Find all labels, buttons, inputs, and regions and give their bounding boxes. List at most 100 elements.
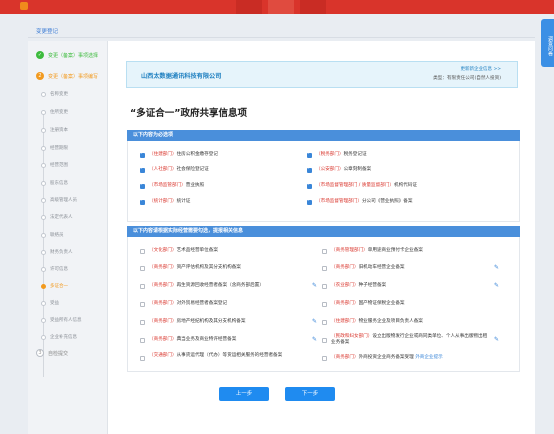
substep-address-change[interactable]: 住所变更 bbox=[50, 109, 68, 115]
optional-item: （商务部门）旧机动车经营企业备案 bbox=[331, 265, 405, 270]
substep-dot bbox=[41, 301, 46, 306]
substep-dot bbox=[41, 198, 46, 203]
optional-item: （农业部门）种子经营备案 bbox=[331, 283, 387, 288]
section-title: “多证合一”政府共享信息项 bbox=[130, 108, 247, 119]
checkbox-optional[interactable] bbox=[140, 249, 145, 254]
substep-liaison[interactable]: 联络员 bbox=[50, 232, 64, 238]
checkbox-optional[interactable] bbox=[322, 249, 327, 254]
substep-beneficiary-info[interactable]: 受益所有人信息 bbox=[50, 317, 82, 323]
optional-band: 以下内容请根据实际经营需要勾选，提报相关信息 bbox=[127, 226, 520, 237]
checkbox-optional[interactable] bbox=[322, 356, 327, 361]
substep-dot bbox=[41, 250, 46, 255]
optional-item: （商务管理部门）单用途商业预付卡企业备案 bbox=[331, 248, 423, 253]
step-3[interactable]: 3 自检提交 bbox=[36, 348, 68, 358]
company-card: 山西太数据通讯科技有限公司 更新新企业信息 >> 类型：有限责任公司(自然人投资… bbox=[126, 61, 518, 88]
substep-dot bbox=[41, 233, 46, 238]
step-label: 变更（备案）事项编写 bbox=[48, 73, 99, 80]
optional-item: （交通部门）从事货运代理（代办）等货运相关服务的经营者备案 bbox=[149, 353, 283, 358]
optional-item: （商务部门）国产物证保税企业备案 bbox=[331, 301, 405, 306]
substep-dot bbox=[41, 215, 46, 220]
breadcrumb: 变更登记 bbox=[36, 29, 59, 35]
required-item: （人社部门）社会保险登记证 bbox=[149, 167, 209, 172]
checkbox-required[interactable] bbox=[140, 166, 145, 173]
checkbox-optional[interactable] bbox=[140, 320, 145, 325]
substep-managers[interactable]: 高级管理人员 bbox=[50, 197, 77, 203]
substep-scope[interactable]: 经营范围 bbox=[50, 162, 68, 168]
checkbox-optional[interactable] bbox=[140, 338, 145, 343]
edit-icon[interactable]: ✎ bbox=[312, 336, 317, 343]
substep-legal-rep[interactable]: 法定代表人 bbox=[50, 214, 73, 220]
nav-tab[interactable] bbox=[268, 0, 294, 14]
optional-item: （商务部门）资产评估机构及其分支机构备案 bbox=[149, 265, 241, 270]
substep-dot bbox=[41, 318, 46, 323]
prev-step-button[interactable]: 上一步 bbox=[219, 387, 269, 401]
edit-icon[interactable]: ✎ bbox=[494, 282, 499, 289]
checkbox-optional[interactable] bbox=[140, 356, 145, 361]
checkbox-optional[interactable] bbox=[322, 284, 327, 289]
next-step-button[interactable]: 下一步 bbox=[285, 387, 335, 401]
substep-finance[interactable]: 财务负责人 bbox=[50, 249, 73, 255]
checkbox-optional[interactable] bbox=[322, 320, 327, 325]
step-2[interactable]: 2 变更（备案）事项编写 bbox=[36, 71, 98, 81]
optional-item: （商务部门）典当业务及商业特许经营备案 bbox=[149, 337, 237, 342]
step-sidebar: ✓ 变更（备案）事项选择 2 变更（备案）事项编写 名称变更 住所变更 注册资本… bbox=[28, 41, 108, 434]
check-icon: ✓ bbox=[36, 51, 44, 59]
substep-capital[interactable]: 注册资本 bbox=[50, 127, 68, 133]
checkbox-required[interactable] bbox=[307, 151, 312, 158]
edit-icon[interactable]: ✎ bbox=[494, 264, 499, 271]
nav-tab[interactable] bbox=[236, 0, 262, 14]
checkbox-required[interactable] bbox=[140, 182, 145, 189]
update-info-link[interactable]: 更新新企业信息 >> bbox=[461, 66, 501, 72]
checkbox-optional[interactable] bbox=[140, 302, 145, 307]
foreign-investment-tip-link[interactable]: 外商企业提示 bbox=[415, 355, 443, 360]
required-item: （税务部门）税务登记证 bbox=[316, 152, 367, 157]
number-3-icon: 3 bbox=[36, 349, 44, 357]
substep-dot bbox=[41, 110, 46, 115]
step-label: 变更（备案）事项选择 bbox=[48, 52, 99, 59]
substep-dot-active bbox=[41, 284, 46, 289]
required-item: （住建部门）住房公积金缴存登记 bbox=[149, 152, 218, 157]
substep-multi-cert[interactable]: 多证合一 bbox=[50, 283, 68, 289]
survey-side-tab[interactable]: 调查问卷 bbox=[541, 19, 554, 67]
checkbox-optional[interactable] bbox=[322, 302, 327, 307]
company-type: 类型：有限责任公司(自然人投资) bbox=[433, 76, 501, 81]
edit-icon[interactable]: ✎ bbox=[312, 318, 317, 325]
required-band: 以下内容为必选项 bbox=[127, 130, 520, 141]
edit-icon[interactable]: ✎ bbox=[494, 336, 499, 343]
divider bbox=[28, 37, 535, 38]
required-item: （市场监督管理部门）分公司《营业执照》备案 bbox=[316, 199, 413, 204]
optional-item: （文化部门）艺术品经营单位备案 bbox=[149, 248, 218, 253]
checkbox-optional[interactable] bbox=[140, 284, 145, 289]
edit-icon[interactable]: ✎ bbox=[312, 282, 317, 289]
optional-item: （住建部门）物业服务企业及项目负责人备案 bbox=[331, 319, 423, 324]
checkbox-optional[interactable] bbox=[322, 338, 327, 343]
substep-dot bbox=[41, 267, 46, 272]
substep-dot bbox=[41, 92, 46, 97]
nav-tab[interactable] bbox=[300, 0, 326, 14]
checkbox-required[interactable] bbox=[307, 198, 312, 205]
substep-name-change[interactable]: 名称变更 bbox=[50, 91, 68, 97]
substep-license[interactable]: 许可信息 bbox=[50, 266, 68, 272]
checkbox-optional[interactable] bbox=[322, 266, 327, 271]
step-label: 自检提交 bbox=[48, 350, 69, 357]
step-1[interactable]: ✓ 变更（备案）事项选择 bbox=[36, 50, 98, 60]
optional-item: （商务部门）再生资源回收经营者备案（含商务部后置） bbox=[149, 283, 264, 288]
checkbox-required[interactable] bbox=[307, 182, 312, 189]
required-item: （公安部门）公章刻制备案 bbox=[316, 167, 372, 172]
checkbox-required[interactable] bbox=[307, 166, 312, 173]
substep-beneficiary[interactable]: 受益 bbox=[50, 300, 59, 306]
checkbox-optional[interactable] bbox=[140, 266, 145, 271]
substep-term[interactable]: 经营期限 bbox=[50, 145, 68, 151]
substep-extra[interactable]: 企业补充信息 bbox=[50, 334, 77, 340]
checkbox-required[interactable] bbox=[140, 198, 145, 205]
checkbox-required[interactable] bbox=[140, 151, 145, 158]
site-logo-icon bbox=[20, 2, 28, 10]
optional-item: （商务部门）对外贸易经营者备案登记 bbox=[149, 301, 228, 306]
substep-dot bbox=[41, 335, 46, 340]
required-item: （市场监管部门）营业执照 bbox=[149, 183, 205, 188]
number-2-icon: 2 bbox=[36, 72, 44, 80]
substep-dot bbox=[41, 128, 46, 133]
optional-item: （民政和妇女部门）设立出版物发行企业或商同类单位、个人从事出版物出租业务备案 bbox=[331, 334, 488, 345]
required-item: （市场监督管理部门 / 质量监督部门）机构代码证 bbox=[316, 183, 417, 188]
substep-shareholders[interactable]: 股东信息 bbox=[50, 180, 68, 186]
